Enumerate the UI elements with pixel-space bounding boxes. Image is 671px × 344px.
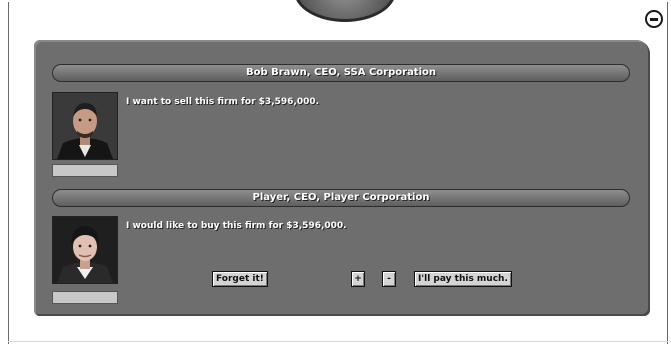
buyer-message: I would like to buy this firm for $3,596… xyxy=(126,221,347,231)
negotiation-panel: Bob Brawn, CEO, SSA Corporation I want t… xyxy=(34,40,650,316)
decrease-price-button[interactable]: - xyxy=(382,271,396,287)
increase-price-button[interactable]: + xyxy=(351,271,365,287)
buyer-name-plate xyxy=(52,291,118,304)
buyer-name-bar: Player, CEO, Player Corporation xyxy=(52,189,630,207)
window-bottom-edge xyxy=(8,341,668,342)
pay-this-much-button[interactable]: I'll pay this much. xyxy=(414,271,512,287)
minimize-icon[interactable] xyxy=(645,10,663,28)
forget-it-button[interactable]: Forget it! xyxy=(212,271,268,287)
seller-name-plate xyxy=(52,164,118,177)
seller-portrait xyxy=(52,92,118,160)
player-portrait xyxy=(52,216,118,284)
seller-name-bar: Bob Brawn, CEO, SSA Corporation xyxy=(52,64,630,82)
seller-message: I want to sell this firm for $3,596,000. xyxy=(126,97,320,107)
